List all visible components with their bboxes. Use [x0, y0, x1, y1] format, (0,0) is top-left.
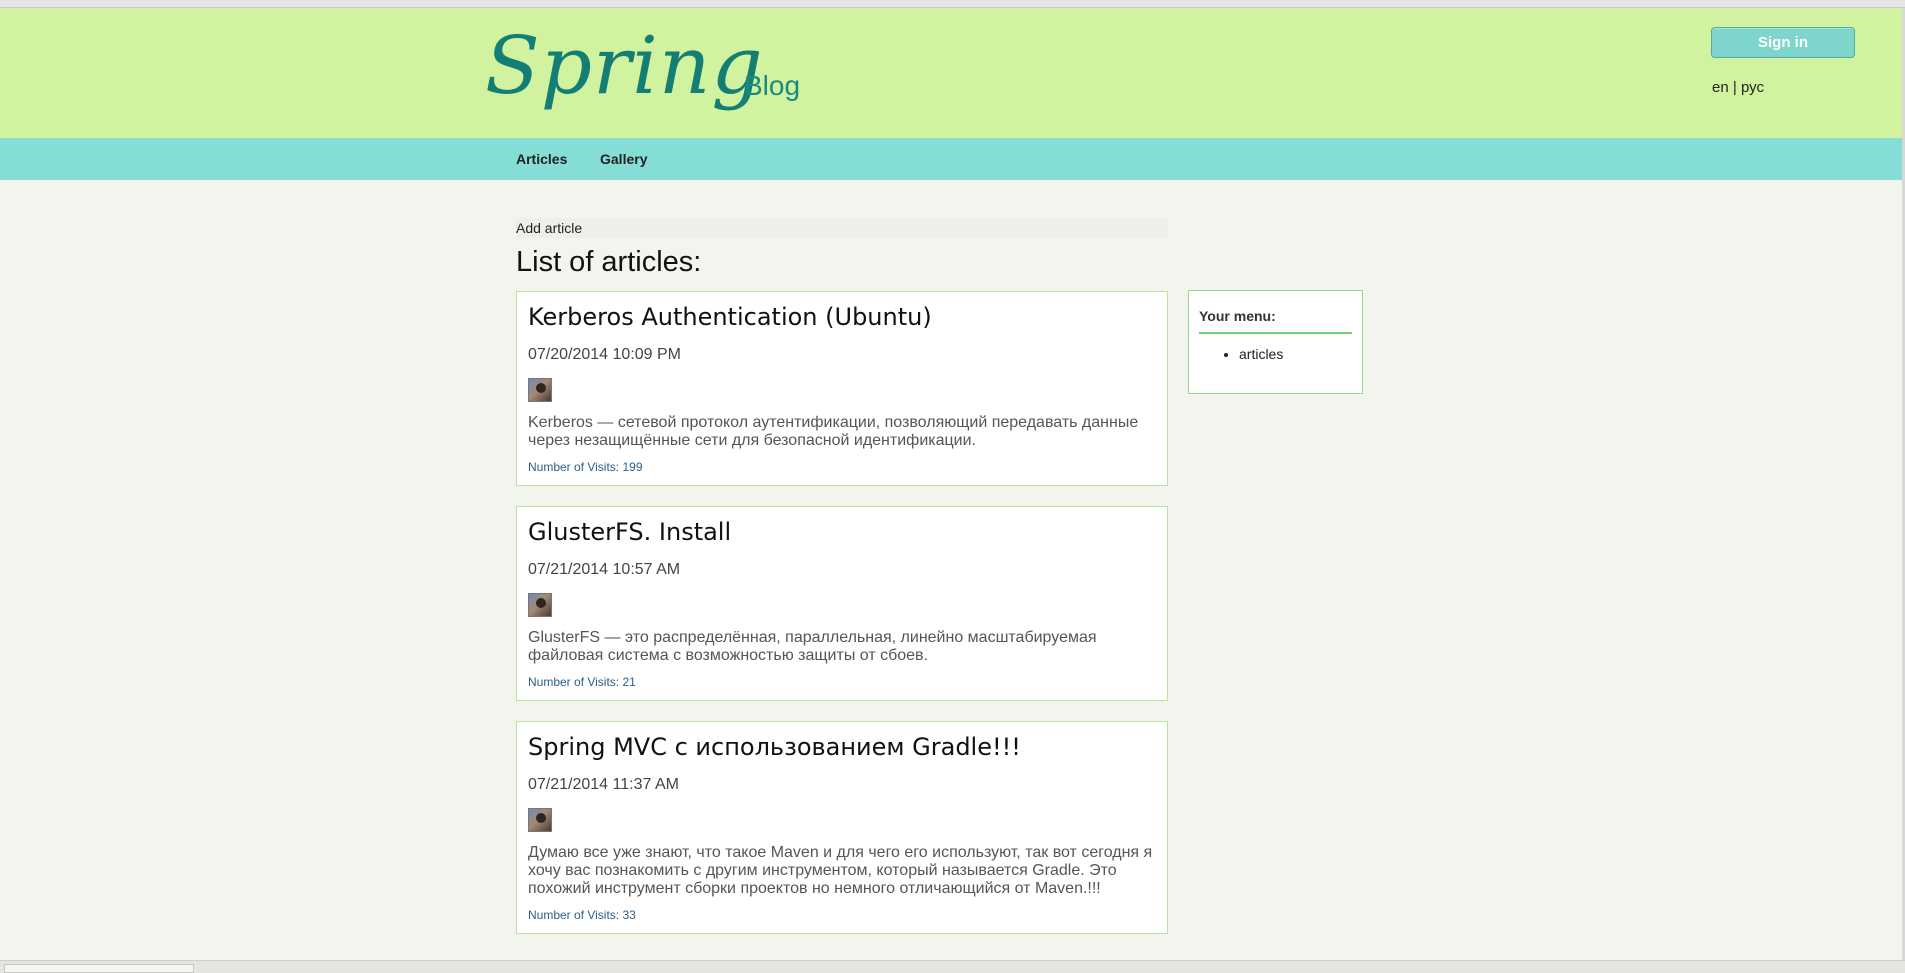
- site-logo-subtitle: Blog: [744, 70, 801, 101]
- article-card: Spring MVC с использованием Gradle!!! 07…: [516, 721, 1168, 934]
- article-visits: Number of Visits: 33: [528, 908, 636, 922]
- article-date: 07/21/2014 11:37 AM: [528, 776, 679, 793]
- article-visits: Number of Visits: 199: [528, 460, 643, 474]
- add-article-link[interactable]: Add article: [516, 218, 1168, 238]
- article-date: 07/21/2014 10:57 AM: [528, 561, 681, 578]
- article-visits: Number of Visits: 21: [528, 675, 636, 689]
- article-excerpt: Kerberos — сетевой протокол аутентификац…: [528, 414, 1139, 449]
- article-title[interactable]: Kerberos Authentication (Ubuntu): [528, 302, 1156, 332]
- user-menu-item-articles[interactable]: articles: [1239, 346, 1352, 362]
- article-card: GlusterFS. Install 07/21/2014 10:57 AM G…: [516, 506, 1168, 701]
- lang-en-link[interactable]: en: [1712, 79, 1729, 96]
- lang-separator: |: [1732, 79, 1737, 96]
- page-title: List of articles:: [516, 246, 702, 278]
- horizontal-scrollbar-thumb[interactable]: [4, 964, 194, 973]
- article-date: 07/20/2014 10:09 PM: [528, 346, 682, 363]
- sign-in-button[interactable]: Sign in: [1711, 27, 1855, 58]
- article-card: Kerberos Authentication (Ubuntu) 07/20/2…: [516, 291, 1168, 486]
- lang-ru-link[interactable]: рус: [1741, 79, 1764, 96]
- browser-top-edge: [0, 0, 1905, 8]
- user-menu-panel: Your menu: articles: [1188, 290, 1363, 394]
- author-avatar: [528, 808, 552, 832]
- nav-item-articles[interactable]: Articles: [516, 151, 567, 167]
- nav-item-gallery[interactable]: Gallery: [600, 151, 647, 167]
- author-avatar: [528, 593, 552, 617]
- horizontal-scrollbar[interactable]: [0, 960, 1905, 973]
- language-switcher: en | рус: [1712, 79, 1764, 96]
- article-excerpt: Думаю все уже знают, что такое Maven и д…: [528, 844, 1153, 897]
- main-nav: Articles Gallery: [0, 138, 1902, 180]
- user-menu-title: Your menu:: [1199, 308, 1352, 334]
- article-excerpt: GlusterFS — это распределённая, параллел…: [528, 629, 1097, 664]
- article-title[interactable]: GlusterFS. Install: [528, 517, 1156, 547]
- article-title[interactable]: Spring MVC с использованием Gradle!!!: [528, 732, 1156, 762]
- author-avatar: [528, 378, 552, 402]
- site-header: Spring Blog Sign in en | рус: [0, 8, 1902, 138]
- site-logo[interactable]: Spring: [485, 26, 764, 106]
- user-menu-list: articles: [1199, 346, 1352, 362]
